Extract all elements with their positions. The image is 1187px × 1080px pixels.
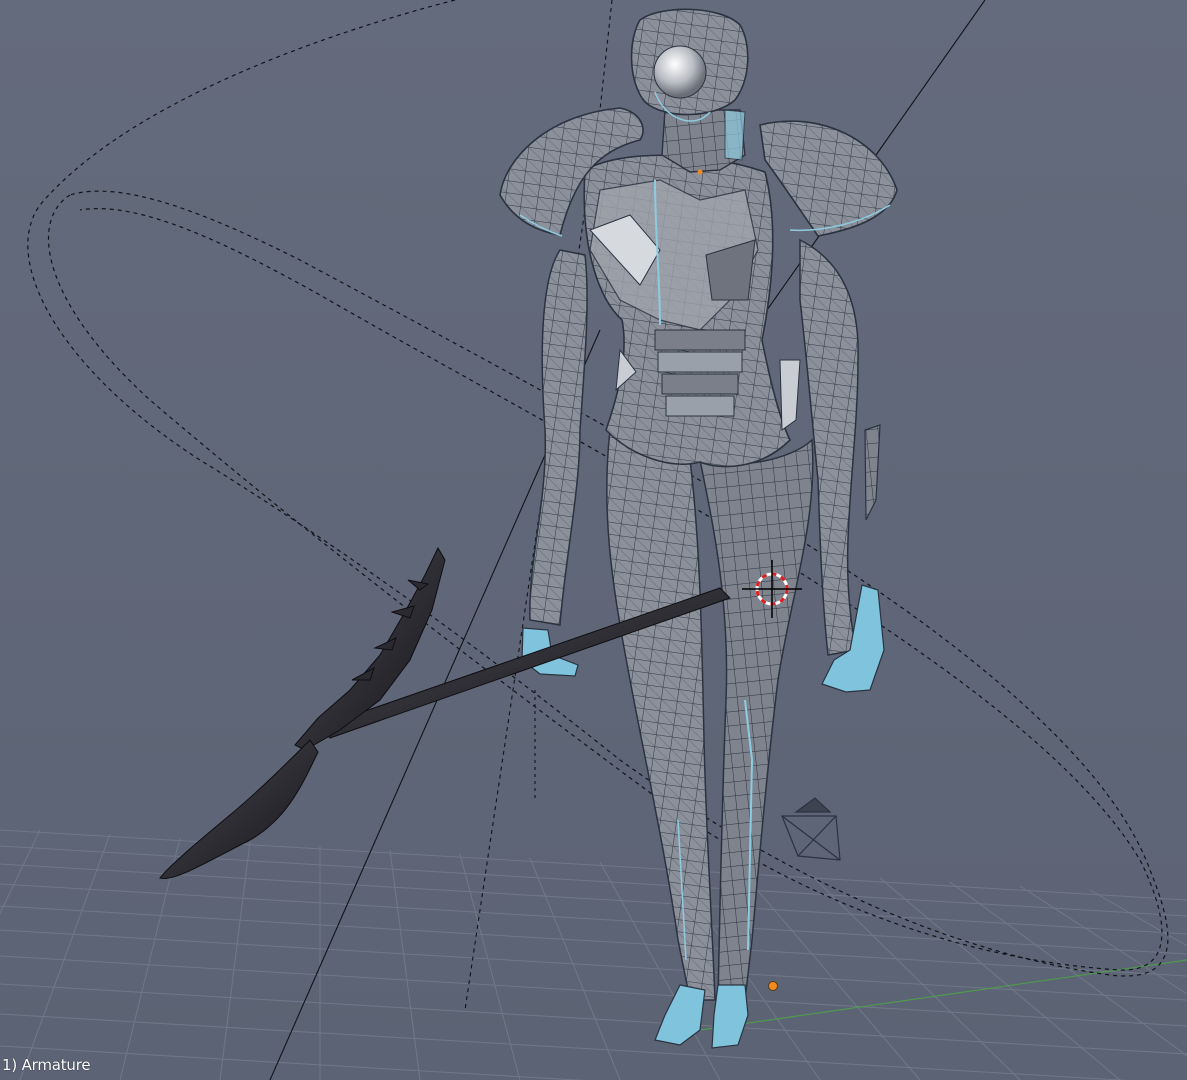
armature-origin-dot [697,169,703,175]
mesh-left-arm [521,249,588,677]
mesh-legs [606,428,814,1049]
x-axis-line [699,959,1187,1031]
active-object-label: 1) Armature [2,1056,91,1074]
mesh-torso [583,154,801,468]
mesh-head [630,8,749,173]
object-origin-dot[interactable] [768,981,778,991]
scene-canvas[interactable] [0,0,1187,1080]
3d-viewport[interactable]: 1) Armature [0,0,1187,1080]
lamp-widget[interactable] [781,797,841,861]
